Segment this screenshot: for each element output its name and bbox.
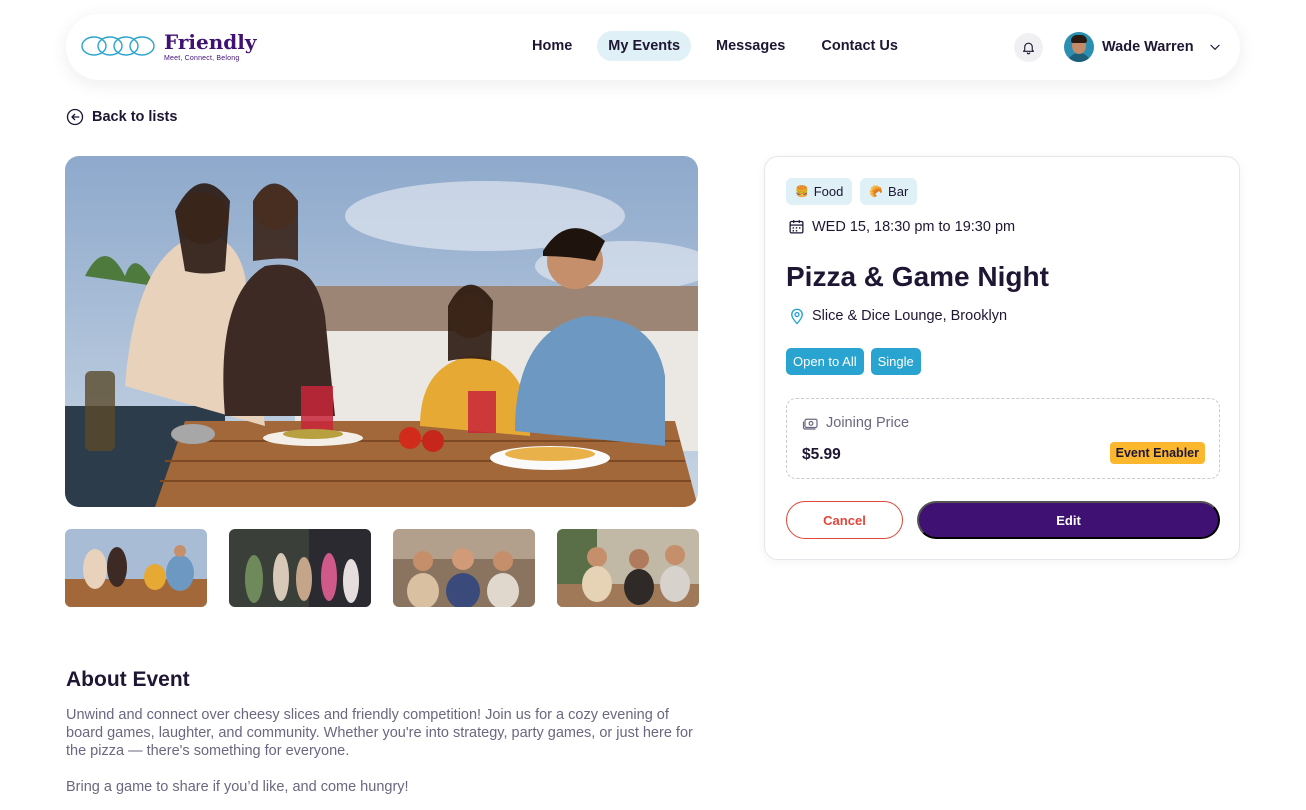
- about-title: About Event: [66, 668, 190, 691]
- calendar-icon: [789, 220, 804, 234]
- back-arrow-icon: [66, 108, 84, 126]
- event-enabler-badge: Event Enabler: [1109, 442, 1205, 464]
- nav-my-events[interactable]: My Events: [597, 31, 692, 61]
- category-label: Bar: [888, 184, 909, 199]
- brand-tagline: Meet, Connect, Belong: [164, 54, 240, 62]
- price-value: $5.99: [802, 446, 841, 463]
- event-detail-page: Friendly Meet, Connect, Belong Home My E…: [0, 0, 1306, 810]
- price-label-text: Joining Price: [826, 415, 910, 431]
- bell-icon: [1022, 42, 1035, 55]
- event-location-text: Slice & Dice Lounge, Brooklyn: [812, 308, 1008, 324]
- about-note: Bring a game to share if you’d like, and…: [66, 779, 409, 795]
- avatar: [1064, 32, 1094, 62]
- brand-logo[interactable]: Friendly Meet, Connect, Belong: [80, 28, 256, 64]
- category-label: Food: [813, 184, 844, 199]
- user-name: Wade Warren: [1102, 39, 1194, 55]
- thumbnail-1[interactable]: [65, 529, 207, 607]
- croissant-icon: 🥐: [869, 186, 884, 198]
- event-location: Slice & Dice Lounge, Brooklyn: [788, 307, 1007, 325]
- event-date-text: WED 15, 18:30 pm to 19:30 pm: [812, 218, 1016, 235]
- chevron-down-icon: [1209, 44, 1220, 50]
- image-thumbnails: [65, 529, 699, 607]
- logo-mark-icon: [81, 36, 155, 56]
- cancel-button[interactable]: Cancel: [786, 501, 903, 539]
- brand-name: Friendly: [164, 29, 257, 54]
- nav-contact-us[interactable]: Contact Us: [810, 31, 909, 61]
- nav-messages[interactable]: Messages: [705, 31, 796, 61]
- event-summary-card: 🍔 Food 🥐 Bar WED 15, 18:30 pm to 19:30 p…: [764, 156, 1240, 560]
- back-to-lists-link[interactable]: Back to lists: [66, 108, 177, 126]
- joining-price-box: Joining Price $5.99 Event Enabler: [786, 398, 1220, 479]
- tag-single: Single: [870, 348, 921, 375]
- event-hero-image: [65, 156, 698, 507]
- tag-open-to-all: Open to All: [786, 348, 864, 375]
- notifications-button[interactable]: [1014, 33, 1043, 62]
- event-datetime: WED 15, 18:30 pm to 19:30 pm: [788, 218, 1015, 235]
- money-icon: [802, 418, 818, 430]
- back-label: Back to lists: [92, 109, 178, 125]
- category-chips: 🍔 Food 🥐 Bar: [786, 178, 918, 205]
- main-nav: Home My Events Messages Contact Us: [521, 31, 909, 61]
- about-description: Unwind and connect over cheesy slices an…: [66, 707, 693, 759]
- thumbnail-2[interactable]: [229, 529, 371, 607]
- user-menu[interactable]: Wade Warren: [1064, 32, 1222, 62]
- category-chip-bar: 🥐 Bar: [860, 178, 918, 205]
- category-chip-food: 🍔 Food: [786, 178, 853, 205]
- thumbnail-3[interactable]: [393, 529, 535, 607]
- top-navbar: Friendly Meet, Connect, Belong Home My E…: [66, 14, 1240, 80]
- price-label: Joining Price: [802, 414, 909, 432]
- location-pin-icon: [791, 308, 803, 325]
- burger-icon: 🍔: [795, 186, 809, 198]
- edit-button[interactable]: Edit: [917, 501, 1220, 539]
- thumbnail-4[interactable]: [557, 529, 699, 607]
- event-title: Pizza & Game Night: [786, 261, 1049, 292]
- audience-tags: Open to All Single: [786, 348, 921, 375]
- nav-home[interactable]: Home: [521, 31, 583, 61]
